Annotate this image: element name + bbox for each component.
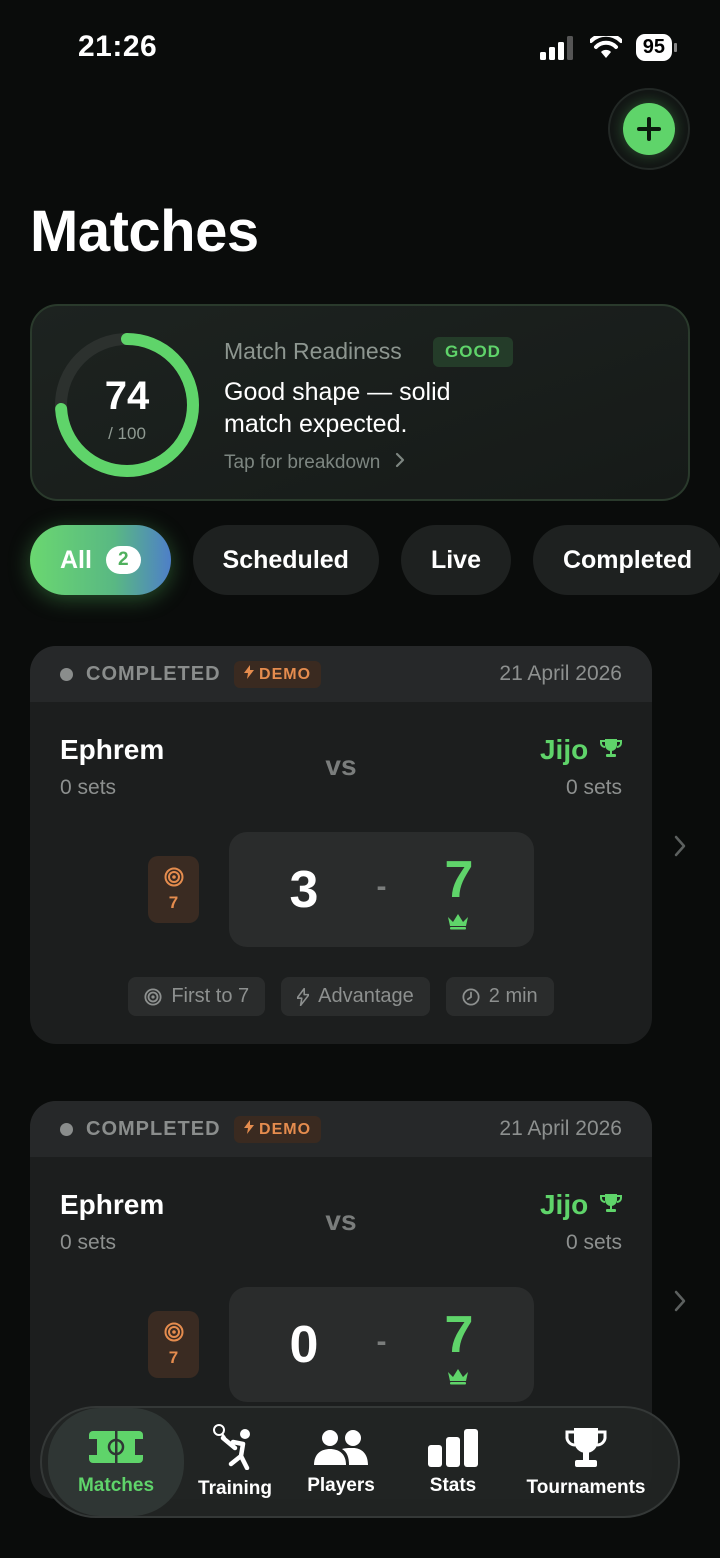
plus-button-circle[interactable]	[623, 103, 675, 155]
match-status: COMPLETED	[86, 662, 221, 685]
bottom-tab-bar: Matches Training Players Stats Tournamen…	[40, 1406, 680, 1518]
demo-badge-label: DEMO	[259, 665, 312, 683]
signal-icon	[539, 35, 573, 60]
status-bar: 21:26 95	[0, 0, 720, 96]
wifi-icon	[589, 35, 622, 58]
filter-all-label: All	[60, 545, 92, 574]
match-card-header: COMPLETED DEMO 21 April 2026	[30, 646, 652, 702]
readiness-ring: 74 / 100	[52, 330, 202, 480]
bolt-icon	[243, 664, 254, 679]
scoreboard: 0 - 7	[229, 1287, 534, 1402]
plus-icon	[637, 117, 661, 141]
target-points-badge: 7	[148, 1311, 199, 1378]
rule-first-to-label: First to 7	[171, 985, 250, 1007]
scoreboard: 3 - 7	[229, 832, 534, 947]
match-readiness-card[interactable]: 74 / 100 Match Readiness GOOD Good shape…	[30, 304, 690, 501]
status-time: 21:26	[78, 30, 158, 63]
trophy-icon	[600, 739, 622, 757]
filter-live[interactable]: Live	[400, 525, 511, 595]
target-points: 7	[168, 1347, 179, 1367]
player-two-name: Jijo	[539, 1189, 589, 1220]
rule-duration-label: 2 min	[488, 985, 538, 1007]
bolt-icon	[297, 987, 310, 1006]
tab-training[interactable]: Training	[184, 1408, 286, 1516]
target-points-badge: 7	[148, 856, 199, 923]
demo-badge: DEMO	[233, 1115, 322, 1143]
target-icon	[144, 987, 162, 1006]
rule-advantage-label: Advantage	[318, 985, 414, 1007]
player-two-score: 7	[444, 851, 474, 909]
crown-icon	[448, 1369, 468, 1385]
tab-tournaments-label: Tournaments	[526, 1477, 646, 1498]
clock-icon	[462, 987, 480, 1006]
filter-completed[interactable]: Completed	[532, 525, 720, 595]
status-icons: 95	[539, 34, 678, 61]
tab-matches-label: Matches	[77, 1475, 155, 1496]
tab-matches[interactable]: Matches	[48, 1408, 184, 1516]
tab-stats-label: Stats	[429, 1475, 477, 1496]
battery-indicator: 95	[635, 34, 678, 61]
trophy-icon	[565, 1428, 607, 1467]
tab-training-label: Training	[198, 1478, 272, 1499]
chevron-right-icon[interactable]	[670, 1289, 690, 1313]
player-two-name-row: Jijo	[540, 1189, 622, 1221]
trophy-icon	[600, 1194, 622, 1212]
demo-badge-label: DEMO	[259, 1120, 312, 1138]
target-points: 7	[168, 892, 179, 912]
rule-first-to: First to 7	[128, 977, 266, 1016]
player-two-name-row: Jijo	[540, 734, 622, 766]
bar-chart-icon	[428, 1429, 478, 1467]
chevron-right-icon	[395, 452, 404, 468]
page-title: Matches	[30, 199, 259, 264]
player-two-score: 7	[444, 1306, 474, 1364]
rule-duration: 2 min	[445, 977, 554, 1016]
match-card-header: COMPLETED DEMO 21 April 2026	[30, 1101, 652, 1157]
crown-icon	[448, 914, 468, 930]
people-icon	[314, 1430, 368, 1465]
readiness-score: 74	[104, 374, 150, 418]
match-date: 21 April 2026	[499, 1117, 622, 1140]
add-match-button[interactable]	[608, 88, 690, 170]
filter-scheduled[interactable]: Scheduled	[192, 525, 379, 595]
target-icon	[164, 867, 183, 886]
demo-badge: DEMO	[233, 660, 322, 688]
match-status: COMPLETED	[86, 1117, 221, 1140]
readiness-message: Good shape — solid match expected.	[224, 378, 451, 438]
readiness-label: Match Readiness	[224, 338, 402, 364]
filter-completed-label: Completed	[562, 545, 693, 574]
readiness-max: / 100	[108, 424, 146, 443]
filter-scheduled-label: Scheduled	[222, 545, 349, 574]
player-two-sets: 0 sets	[565, 1231, 622, 1254]
player-two-sets: 0 sets	[565, 776, 622, 799]
court-icon	[89, 1431, 143, 1463]
player-two: Jijo 0 sets	[540, 1189, 622, 1255]
player-two-name: Jijo	[539, 734, 589, 765]
tab-players[interactable]: Players	[286, 1408, 396, 1516]
target-icon	[164, 1322, 183, 1341]
filter-tabs: All 2 Scheduled Live Completed	[30, 525, 720, 595]
chevron-right-icon[interactable]	[670, 834, 690, 858]
player-two: Jijo 0 sets	[540, 734, 622, 800]
breakdown-link-label: Tap for breakdown	[224, 452, 381, 473]
filter-live-label: Live	[430, 545, 481, 574]
match-date: 21 April 2026	[499, 662, 622, 685]
tab-players-label: Players	[307, 1475, 375, 1496]
player-swing-icon	[213, 1424, 250, 1470]
bolt-icon	[243, 1119, 254, 1134]
tab-stats[interactable]: Stats	[396, 1408, 510, 1516]
match-rules: First to 7 Advantage 2 min	[30, 977, 652, 1016]
readiness-badge: GOOD	[433, 337, 513, 367]
status-dot	[60, 667, 73, 681]
status-dot	[60, 1122, 73, 1136]
filter-all-count: 2	[105, 546, 141, 574]
rule-advantage: Advantage	[281, 977, 430, 1016]
filter-all[interactable]: All 2	[30, 525, 171, 595]
breakdown-link[interactable]: Tap for breakdown	[224, 452, 406, 474]
tab-tournaments[interactable]: Tournaments	[514, 1408, 658, 1516]
match-card[interactable]: COMPLETED DEMO 21 April 2026 Ephrem 0 se…	[30, 646, 652, 1044]
